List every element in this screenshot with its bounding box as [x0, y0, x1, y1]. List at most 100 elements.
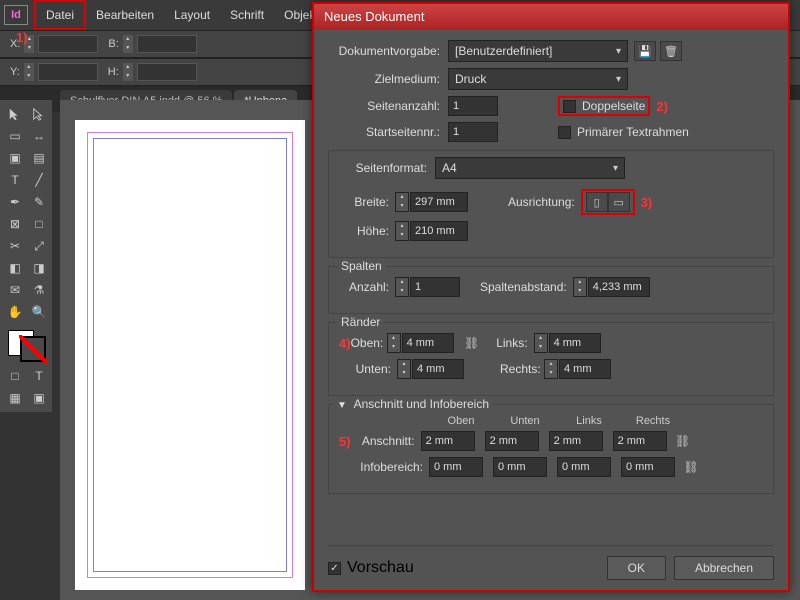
pages-input[interactable]: 1 [448, 96, 498, 116]
orientation-portrait-icon[interactable]: ▯ [586, 192, 608, 212]
w-label: B: [108, 38, 118, 50]
height-label: Höhe: [339, 224, 395, 238]
eyedropper-tool[interactable]: ⚗ [28, 280, 50, 300]
pencil-tool[interactable]: ✎ [28, 192, 50, 212]
bleed-right-input[interactable]: 2 mm [613, 431, 667, 451]
margin-left-input[interactable]: 4 mm [549, 333, 601, 353]
margin-right-label: Rechts: [500, 362, 544, 376]
preview-checkbox[interactable]: ✓ [328, 562, 341, 575]
slug-label: Infobereich: [339, 460, 429, 474]
gradient-feather-tool[interactable]: ◨ [28, 258, 50, 278]
rectangle-frame-tool[interactable]: ⊠ [4, 214, 26, 234]
scissors-tool[interactable]: ✂ [4, 236, 26, 256]
annotation-3: 3) [641, 195, 653, 210]
cancel-button[interactable]: Abbrechen [674, 556, 774, 580]
view-mode-preview[interactable]: ▣ [28, 388, 50, 408]
width-spinner[interactable]: ▴▾ [395, 192, 409, 212]
bleed-hdr-right: Rechts [621, 415, 685, 427]
fill-stroke-swatch[interactable] [4, 328, 50, 364]
bleed-bottom-input[interactable]: 2 mm [485, 431, 539, 451]
selection-tool[interactable] [4, 104, 26, 124]
menu-layout[interactable]: Layout [164, 2, 220, 28]
bleed-group: ▼ Anschnitt und Infobereich Oben Unten L… [328, 404, 774, 494]
direct-selection-tool[interactable] [28, 104, 50, 124]
free-transform-tool[interactable]: ⤢ [28, 236, 50, 256]
menu-datei[interactable]: Datei [34, 0, 86, 30]
type-tool[interactable]: T [4, 170, 26, 190]
primarytext-label: Primärer Textrahmen [577, 125, 689, 139]
slug-right-input[interactable]: 0 mm [621, 457, 675, 477]
save-preset-icon[interactable]: 💾 [634, 41, 656, 61]
bleed-link-icon[interactable]: ⛓ [675, 431, 691, 451]
zoom-tool[interactable]: 🔍 [28, 302, 50, 322]
bleed-hdr-top: Oben [429, 415, 493, 427]
page [75, 120, 305, 590]
annotation-1: 1) [16, 30, 28, 45]
bleed-top-input[interactable]: 2 mm [421, 431, 475, 451]
h-label: H: [108, 66, 119, 78]
preset-dropdown[interactable]: [Benutzerdefiniert] [448, 40, 628, 62]
margin-bottom-input[interactable]: 4 mm [412, 359, 464, 379]
gradient-swatch-tool[interactable]: ◧ [4, 258, 26, 278]
apply-text-icon[interactable]: T [28, 366, 50, 386]
view-mode-normal[interactable]: ▦ [4, 388, 26, 408]
slug-link-icon[interactable]: ⛓ [683, 457, 699, 477]
h-input[interactable] [137, 63, 197, 81]
startpage-input[interactable]: 1 [448, 122, 498, 142]
bleed-hdr-left: Links [557, 415, 621, 427]
slug-left-input[interactable]: 0 mm [557, 457, 611, 477]
content-placer-tool[interactable]: ▤ [28, 148, 50, 168]
slug-top-input[interactable]: 0 mm [429, 457, 483, 477]
height-input[interactable]: 210 mm [410, 221, 468, 241]
ok-button[interactable]: OK [607, 556, 666, 580]
margin-top-label: Oben: [351, 336, 387, 350]
page-column-guide [93, 138, 287, 572]
line-tool[interactable]: ╱ [28, 170, 50, 190]
margins-legend: Ränder [337, 315, 384, 329]
delete-preset-icon[interactable]: 🗑 [660, 41, 682, 61]
note-tool[interactable]: ✉ [4, 280, 26, 300]
new-document-dialog: Neues Dokument Dokumentvorgabe: [Benutze… [312, 2, 790, 592]
facing-label: Doppelseite [582, 99, 645, 113]
facing-checkbox[interactable] [563, 100, 576, 113]
gap-tool[interactable]: ↔ [28, 126, 50, 146]
pagesize-dropdown[interactable]: A4 [435, 157, 625, 179]
margin-left-spinner[interactable]: ▴▾ [534, 333, 548, 353]
w-input[interactable] [137, 35, 197, 53]
pen-tool[interactable]: ✒ [4, 192, 26, 212]
margin-bottom-label: Unten: [339, 362, 397, 376]
primarytext-checkbox[interactable] [558, 126, 571, 139]
margins-group: Ränder 4) Oben: ▴▾ 4 mm ⛓ Links: ▴▾ 4 mm… [328, 322, 774, 396]
hand-tool[interactable]: ✋ [4, 302, 26, 322]
rectangle-tool[interactable]: □ [28, 214, 50, 234]
menu-bearbeiten[interactable]: Bearbeiten [86, 2, 164, 28]
slug-bottom-input[interactable]: 0 mm [493, 457, 547, 477]
gutter-input[interactable]: 4,233 mm [588, 277, 650, 297]
margin-top-input[interactable]: 4 mm [402, 333, 454, 353]
x-input[interactable] [38, 35, 98, 53]
y-input[interactable] [38, 63, 98, 81]
dialog-title: Neues Dokument [314, 4, 788, 30]
apply-container-icon[interactable]: □ [4, 366, 26, 386]
margin-top-spinner[interactable]: ▴▾ [387, 333, 401, 353]
orientation-landscape-icon[interactable]: ▭ [608, 192, 630, 212]
columns-group: Spalten Anzahl: ▴▾ 1 Spaltenabstand: ▴▾ … [328, 266, 774, 314]
colcount-input[interactable]: 1 [410, 277, 460, 297]
margin-right-input[interactable]: 4 mm [559, 359, 611, 379]
content-collector-tool[interactable]: ▣ [4, 148, 26, 168]
margin-bottom-spinner[interactable]: ▴▾ [397, 359, 411, 379]
page-tool[interactable]: ▭ [4, 126, 26, 146]
gutter-label: Spaltenabstand: [480, 280, 567, 294]
columns-legend: Spalten [337, 259, 386, 273]
menu-schrift[interactable]: Schrift [220, 2, 274, 28]
bleed-left-input[interactable]: 2 mm [549, 431, 603, 451]
gutter-spinner[interactable]: ▴▾ [573, 277, 587, 297]
intent-dropdown[interactable]: Druck [448, 68, 628, 90]
annotation-5: 5) [339, 434, 351, 449]
colcount-spinner[interactable]: ▴▾ [395, 277, 409, 297]
margin-link-icon[interactable]: ⛓ [464, 333, 480, 353]
bleed-disclosure-icon[interactable]: ▼ [337, 400, 347, 411]
margin-right-spinner[interactable]: ▴▾ [544, 359, 558, 379]
width-input[interactable]: 297 mm [410, 192, 468, 212]
height-spinner[interactable]: ▴▾ [395, 221, 409, 241]
